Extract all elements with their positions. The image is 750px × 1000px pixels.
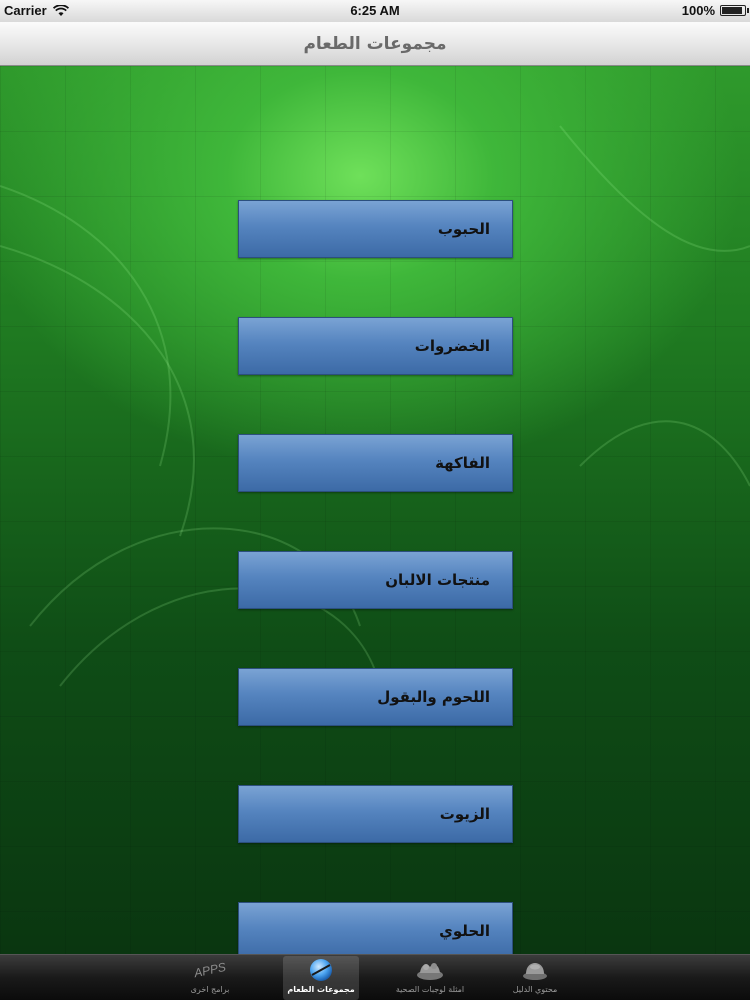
status-time: 6:25 AM bbox=[350, 3, 400, 18]
tab-bar: APPS برامج اخرى مجموعات الطعام امثلة لوج… bbox=[0, 954, 750, 1000]
apps-icon: APPS bbox=[192, 959, 228, 981]
category-label: منتجات الالبان bbox=[385, 571, 490, 589]
category-button-meat-legumes[interactable]: اللحوم والبقول bbox=[238, 668, 513, 726]
content-area: الحبوب الخضروات الفاكهة منتجات الالبان ا… bbox=[0, 66, 750, 954]
tab-food-groups[interactable]: مجموعات الطعام bbox=[283, 956, 359, 1000]
tab-label: امثلة لوجبات الصحية bbox=[395, 985, 465, 994]
battery-icon bbox=[720, 5, 749, 16]
tab-label: مجموعات الطعام bbox=[287, 985, 355, 994]
category-button-grains[interactable]: الحبوب bbox=[238, 200, 513, 258]
food-plate-icon bbox=[392, 956, 468, 984]
category-label: الحلوي bbox=[439, 922, 490, 940]
status-bar: Carrier 6:25 AM 100% bbox=[0, 0, 750, 22]
category-label: اللحوم والبقول bbox=[377, 688, 490, 706]
category-label: الزيوت bbox=[439, 805, 490, 823]
navigation-bar: مجموعات الطعام bbox=[0, 22, 750, 66]
category-button-vegetables[interactable]: الخضروات bbox=[238, 317, 513, 375]
category-button-dairy[interactable]: منتجات الالبان bbox=[238, 551, 513, 609]
battery-percent: 100% bbox=[681, 3, 715, 18]
globe-icon bbox=[283, 956, 359, 984]
tab-other-apps[interactable]: APPS برامج اخرى bbox=[172, 956, 248, 1000]
tab-label: برامج اخرى bbox=[190, 985, 230, 994]
category-button-fruits[interactable]: الفاكهة bbox=[238, 434, 513, 492]
tab-healthy-meals[interactable]: امثلة لوجبات الصحية bbox=[392, 956, 468, 1000]
page-title: مجموعات الطعام bbox=[303, 34, 447, 54]
category-button-oils[interactable]: الزيوت bbox=[238, 785, 513, 843]
contents-icon bbox=[497, 956, 573, 984]
category-label: الخضروات bbox=[414, 337, 490, 355]
tab-guide-contents[interactable]: محتوي الدليل bbox=[497, 956, 573, 1000]
category-label: الحبوب bbox=[437, 220, 490, 238]
category-label: الفاكهة bbox=[435, 454, 490, 472]
tab-label: محتوي الدليل bbox=[512, 985, 558, 994]
category-button-sweets[interactable]: الحلوي bbox=[238, 902, 513, 954]
